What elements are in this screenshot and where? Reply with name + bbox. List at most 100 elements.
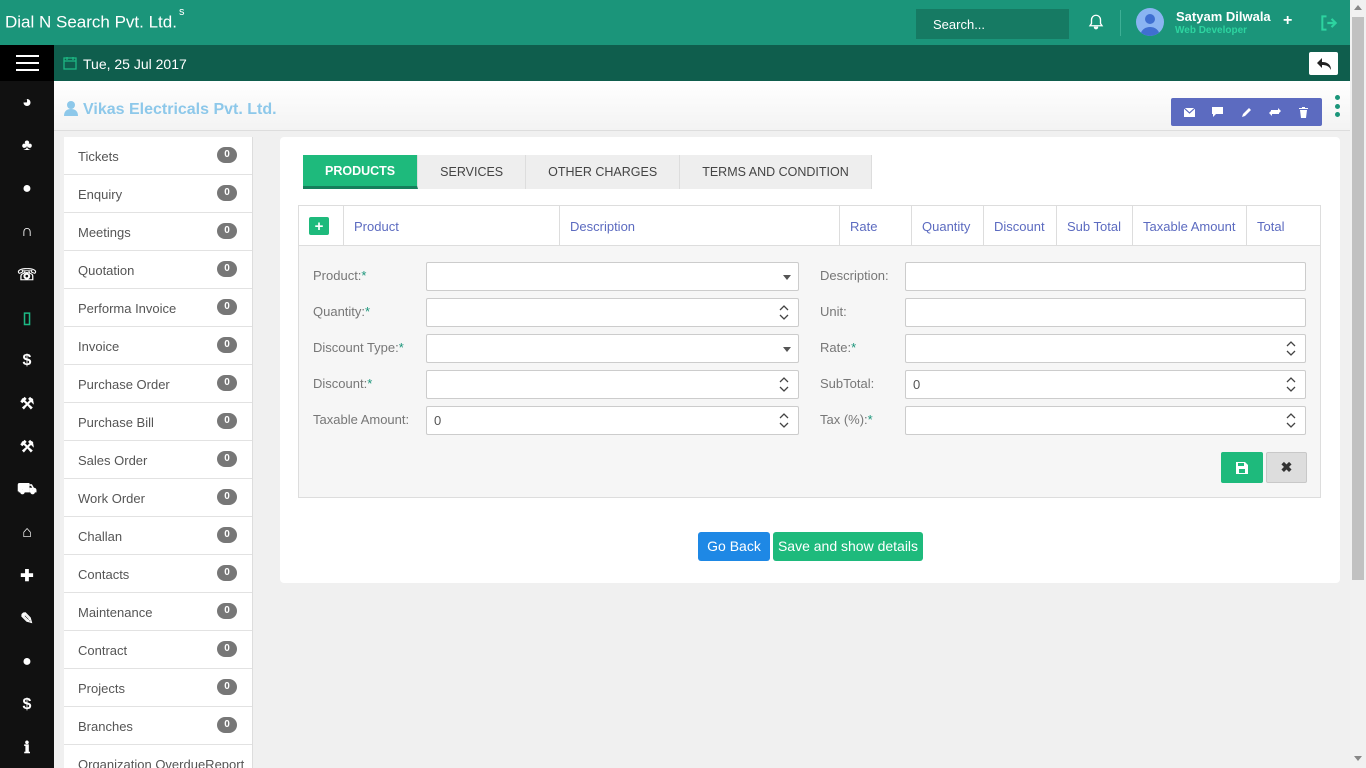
spinner-arrows-icon[interactable] [1286,375,1296,394]
taxable-amount-stepper[interactable]: 0 [426,406,799,435]
puzzle-icon[interactable]: ✚ [0,554,54,597]
description-input[interactable] [905,262,1306,291]
add-icon[interactable]: + [1283,12,1292,30]
go-back-button[interactable]: Go Back [698,532,770,561]
email-icon[interactable] [1178,102,1200,122]
undo-back-button[interactable] [1309,52,1338,75]
delete-icon[interactable] [1293,102,1315,122]
count-badge: 0 [217,299,237,315]
basket-icon[interactable]: ⌂ [0,511,54,554]
main-panel: PRODUCTS SERVICES OTHER CHARGES TERMS AN… [280,137,1340,583]
module-item[interactable]: Maintenance 0 [64,593,252,631]
refresh-icon[interactable] [1264,102,1286,122]
save-row-button[interactable] [1221,452,1263,483]
more-options-icon[interactable] [1334,95,1340,117]
page-scrollbar[interactable] [1350,0,1366,768]
count-badge: 0 [217,717,237,733]
column-discount: Discount [984,206,1057,246]
company-name[interactable]: Vikas Electricals Pvt. Ltd. [83,101,277,119]
rate-stepper[interactable] [905,334,1306,363]
module-item[interactable]: Branches 0 [64,707,252,745]
module-item[interactable]: Enquiry 0 [64,175,252,213]
scrollbar-thumb[interactable] [1352,17,1364,580]
truck-icon[interactable]: ⛟ [0,468,54,511]
user-icon-2[interactable]: ● [0,640,54,683]
discount-type-select[interactable] [426,334,799,363]
spinner-arrows-icon[interactable] [1286,339,1296,358]
module-item[interactable]: Sales Order 0 [64,441,252,479]
module-item[interactable]: Purchase Bill 0 [64,403,252,441]
comment-icon[interactable] [1207,102,1229,122]
spinner-arrows-icon[interactable] [779,411,789,430]
current-date: Tue, 25 Jul 2017 [83,56,187,72]
tab-products[interactable]: PRODUCTS [303,155,419,189]
tab-services[interactable]: SERVICES [418,155,527,189]
module-item[interactable]: Projects 0 [64,669,252,707]
gavel-icon[interactable]: ⚒ [0,382,54,425]
module-item[interactable]: Contract 0 [64,631,252,669]
menu-toggle-icon[interactable] [0,45,54,81]
module-item[interactable]: Organization OverdueReport [64,745,252,768]
headset-icon[interactable]: ∩ [0,210,54,253]
dollar-icon[interactable]: $ [0,339,54,382]
module-label: Invoice [78,339,120,354]
module-item[interactable]: Work Order 0 [64,479,252,517]
cancel-row-button[interactable]: ✖ [1266,452,1307,483]
module-item[interactable]: Performa Invoice 0 [64,289,252,327]
module-label: Organization OverdueReport [78,757,245,768]
unit-input[interactable] [905,298,1306,327]
discount-stepper[interactable] [426,370,799,399]
module-item[interactable]: Invoice 0 [64,327,252,365]
add-row-button[interactable]: + [309,217,329,235]
brand-title[interactable]: Dial N Search Pvt. Ltd.s [5,6,184,33]
scroll-down-icon[interactable] [1354,756,1362,761]
avatar[interactable] [1136,8,1164,36]
user-icon[interactable]: ● [0,167,54,210]
module-label: Meetings [78,225,131,240]
count-badge: 0 [217,185,237,201]
scroll-up-icon[interactable] [1354,5,1362,10]
edit-icon[interactable] [1235,102,1257,122]
column-product: Product [344,206,560,246]
count-badge: 0 [217,261,237,277]
info-icon[interactable]: ℹ [0,726,54,768]
module-item[interactable]: Purchase Order 0 [64,365,252,403]
spinner-arrows-icon[interactable] [779,375,789,394]
spinner-arrows-icon[interactable] [1286,411,1296,430]
user-name[interactable]: Satyam Dilwala [1176,9,1271,24]
module-label: Enquiry [78,187,123,202]
module-label: Maintenance [78,605,153,620]
subtotal-label: SubTotal: [820,376,875,391]
tab-terms-and-condition[interactable]: TERMS AND CONDITION [680,155,872,189]
phone-icon[interactable]: ☏ [0,253,54,296]
module-item[interactable]: Tickets 0 [64,137,252,175]
count-badge: 0 [217,565,237,581]
spinner-arrows-icon[interactable] [779,303,789,322]
tab-other-charges[interactable]: OTHER CHARGES [526,155,681,189]
column-quantity: Quantity [912,206,984,246]
gavel-icon-2[interactable]: ⚒ [0,425,54,468]
unit-label: Unit: [820,304,847,319]
quantity-stepper[interactable] [426,298,799,327]
tax-percent-stepper[interactable] [905,406,1306,435]
search-input[interactable] [916,9,1069,39]
count-badge: 0 [217,679,237,695]
save-and-show-details-button[interactable]: Save and show details [773,532,923,561]
subtotal-stepper[interactable]: 0 [905,370,1306,399]
person-icon [64,101,78,116]
hierarchy-icon[interactable]: ♣ [0,124,54,167]
pdf-file-icon[interactable]: ▯ [0,296,54,339]
module-item[interactable]: Quotation 0 [64,251,252,289]
dashboard-icon[interactable]: ◕ [0,81,54,124]
module-item[interactable]: Challan 0 [64,517,252,555]
logout-icon[interactable] [1319,13,1339,33]
person-avatar-icon [1140,14,1160,36]
bell-icon[interactable] [1087,13,1105,31]
product-select[interactable] [426,262,799,291]
dollar-icon-2[interactable]: $ [0,683,54,726]
module-label: Projects [78,681,125,696]
wrench-icon[interactable]: ✎ [0,597,54,640]
module-item[interactable]: Contacts 0 [64,555,252,593]
reply-arrow-icon [1316,57,1331,70]
module-item[interactable]: Meetings 0 [64,213,252,251]
